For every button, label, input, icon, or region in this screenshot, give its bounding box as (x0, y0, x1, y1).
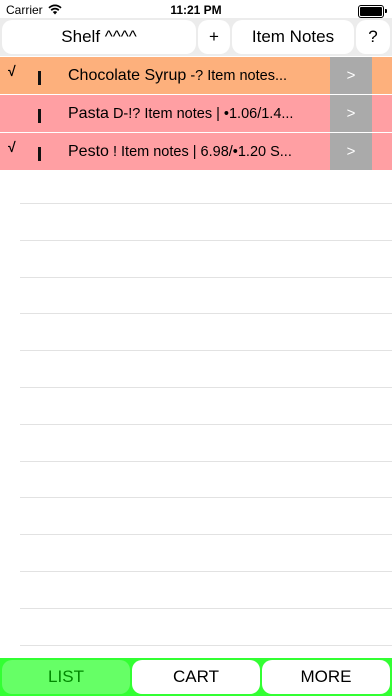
item-detail: D-!? Item notes | •1.06/1.4... (108, 106, 294, 122)
item-details-button[interactable]: > (330, 95, 372, 132)
item-name: Pesto (68, 143, 109, 160)
checkmark-icon[interactable]: √ (8, 139, 24, 155)
row-separator (20, 240, 392, 241)
battery-icon (358, 5, 387, 18)
item-name: Chocolate Syrup (68, 67, 187, 84)
item-text[interactable]: Pesto ! Item notes | 6.98/•1.20 S... (68, 133, 330, 170)
row-separator (20, 313, 392, 314)
list-item[interactable]: √ Chocolate Syrup -? Item notes... > (0, 57, 392, 95)
drag-handle-icon[interactable] (38, 147, 41, 161)
row-separator (20, 387, 392, 388)
item-list: √ Chocolate Syrup -? Item notes... > Pas… (0, 57, 392, 171)
list-item[interactable]: √ Pesto ! Item notes | 6.98/•1.20 S... > (0, 133, 392, 171)
item-text[interactable]: Pasta D-!? Item notes | •1.06/1.4... (68, 95, 330, 132)
row-separator (20, 277, 392, 278)
checkmark-icon[interactable]: √ (8, 63, 24, 79)
row-separator (20, 497, 392, 498)
item-detail: ! Item notes | 6.98/•1.20 S... (108, 144, 292, 160)
drag-handle-icon[interactable] (38, 71, 41, 85)
row-separator (20, 645, 392, 646)
row-separator (20, 461, 392, 462)
row-separator (20, 534, 392, 535)
help-button[interactable]: ? (356, 20, 390, 54)
row-separator (20, 350, 392, 351)
list-item[interactable]: Pasta D-!? Item notes | •1.06/1.4... > (0, 95, 392, 133)
tab-list[interactable]: LIST (2, 660, 130, 694)
clock: 11:21 PM (170, 3, 222, 17)
item-details-button[interactable]: > (330, 133, 372, 170)
tab-cart[interactable]: CART (132, 660, 260, 694)
item-text[interactable]: Chocolate Syrup -? Item notes... (68, 57, 330, 94)
item-detail: -? Item notes... (186, 68, 288, 84)
shelf-sort-button[interactable]: Shelf ^^^^ (2, 20, 196, 54)
row-separator (20, 608, 392, 609)
tab-more[interactable]: MORE (262, 660, 390, 694)
item-notes-button[interactable]: Item Notes (232, 20, 354, 54)
drag-handle-icon[interactable] (38, 109, 41, 123)
row-separator (20, 571, 392, 572)
bottom-tab-bar: LIST CART MORE (0, 658, 392, 696)
item-name: Pasta (68, 105, 109, 122)
row-separator (20, 203, 392, 204)
header-toolbar: Shelf ^^^^ + Item Notes ? (0, 18, 392, 56)
add-item-button[interactable]: + (198, 20, 230, 54)
row-separator (20, 424, 392, 425)
status-bar: Carrier 11:21 PM (0, 0, 392, 20)
item-details-button[interactable]: > (330, 57, 372, 94)
